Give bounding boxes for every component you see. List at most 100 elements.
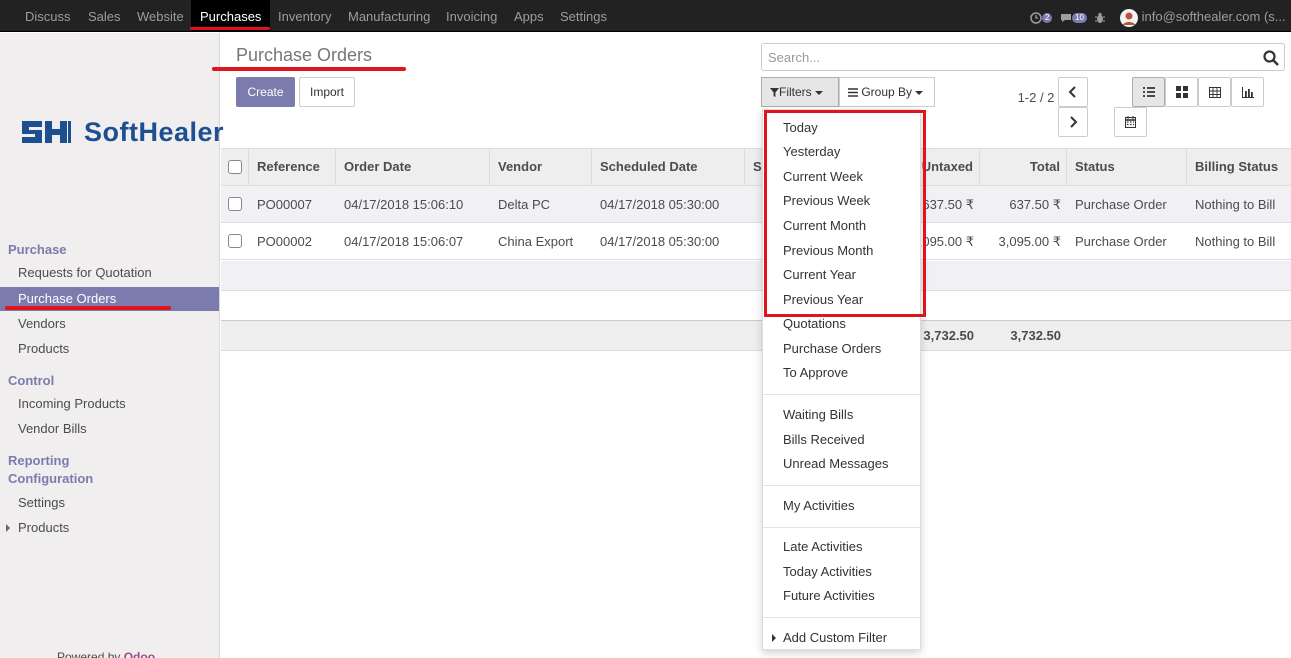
- cell-total: 637.50 ₹: [1009, 197, 1061, 212]
- filter-unread-messages[interactable]: Unread Messages: [763, 452, 920, 476]
- col-status[interactable]: Status: [1067, 149, 1187, 185]
- row-checkbox[interactable]: [228, 197, 242, 211]
- bars-icon: [848, 88, 858, 98]
- nav-apps[interactable]: Apps: [514, 0, 544, 32]
- col-scheduled-date[interactable]: Scheduled Date: [592, 149, 745, 185]
- select-all-checkbox[interactable]: [228, 160, 242, 174]
- messages-button[interactable]: 10: [1060, 0, 1087, 32]
- filter-previous-month[interactable]: Previous Month: [763, 239, 920, 263]
- filter-yesterday[interactable]: Yesterday: [763, 140, 920, 164]
- search-input[interactable]: [768, 44, 1248, 70]
- section-control[interactable]: Control: [8, 373, 54, 388]
- list-icon: [1142, 87, 1155, 97]
- highlight-underline-title: [212, 67, 406, 71]
- nav-purchases[interactable]: Purchases: [191, 0, 271, 32]
- logo-text: SoftHealer: [84, 117, 225, 147]
- user-menu[interactable]: info@softhealer.com (s...: [1120, 0, 1286, 32]
- filter-current-year[interactable]: Current Year: [763, 263, 920, 287]
- filter-today[interactable]: Today: [763, 116, 920, 140]
- softhealer-logo: SoftHealer: [20, 117, 224, 147]
- nav-website[interactable]: Website: [137, 0, 184, 32]
- filter-previous-week[interactable]: Previous Week: [763, 189, 920, 213]
- sidebar-item-products[interactable]: Products: [0, 337, 219, 361]
- group-by-label: Group By: [861, 85, 913, 99]
- col-reference[interactable]: Reference: [249, 149, 336, 185]
- sidebar-item-incoming-products[interactable]: Incoming Products: [0, 392, 219, 416]
- filter-to-approve[interactable]: To Approve: [763, 361, 920, 385]
- cell-status: Purchase Order: [1075, 197, 1167, 212]
- table-footer: 3,732.50 3,732.50: [221, 320, 1291, 351]
- filter-today-activities[interactable]: Today Activities: [763, 560, 920, 584]
- table-row[interactable]: PO00002 04/17/2018 15:06:07 China Export…: [221, 223, 1291, 260]
- filter-late-activities[interactable]: Late Activities: [763, 535, 920, 559]
- pivot-view-button[interactable]: [1198, 77, 1231, 107]
- filter-icon: [770, 88, 779, 98]
- add-custom-filter[interactable]: Add Custom Filter: [763, 626, 920, 650]
- nav-discuss[interactable]: Discuss: [25, 0, 71, 32]
- sidebar-item-settings[interactable]: Settings: [0, 491, 219, 515]
- kanban-view-button[interactable]: [1165, 77, 1198, 107]
- group-by-button[interactable]: Group By: [839, 77, 935, 107]
- activity-count-badge: 2: [1042, 12, 1053, 23]
- col-order-date[interactable]: Order Date: [336, 149, 490, 185]
- activity-button[interactable]: 2: [1030, 0, 1053, 32]
- nav-sales[interactable]: Sales: [88, 0, 121, 32]
- sidebar: SoftHealer Purchase Requests for Quotati…: [0, 33, 224, 658]
- filter-bills-received[interactable]: Bills Received: [763, 428, 920, 452]
- section-reporting[interactable]: Reporting: [8, 453, 69, 468]
- calendar-icon: [1125, 116, 1136, 128]
- sidebar-item-vendors[interactable]: Vendors: [0, 312, 219, 336]
- pager-value[interactable]: 1-2 / 2: [1016, 88, 1056, 107]
- filter-current-month[interactable]: Current Month: [763, 214, 920, 238]
- list-view-button[interactable]: [1132, 77, 1165, 107]
- debug-button[interactable]: [1094, 0, 1106, 32]
- filter-previous-year[interactable]: Previous Year: [763, 288, 920, 312]
- menu-divider: [763, 527, 920, 528]
- search-bar: [761, 43, 1285, 71]
- graph-view-button[interactable]: [1231, 77, 1264, 107]
- cell-vendor: China Export: [498, 234, 574, 249]
- import-button[interactable]: Import: [299, 77, 355, 107]
- sidebar-item-purchase-orders[interactable]: Purchase Orders: [0, 287, 219, 311]
- filter-future-activities[interactable]: Future Activities: [763, 584, 920, 608]
- nav-inventory[interactable]: Inventory: [278, 0, 331, 32]
- cell-scheduled-date: 04/17/2018 05:30:00: [600, 197, 720, 212]
- cell-reference: PO00007: [257, 197, 312, 212]
- filter-current-week[interactable]: Current Week: [763, 165, 920, 189]
- caret-down-icon: [814, 90, 823, 95]
- filters-button[interactable]: Filters: [761, 77, 839, 107]
- col-billing-status[interactable]: Billing Status: [1187, 149, 1291, 185]
- create-button[interactable]: Create: [236, 77, 295, 107]
- filter-my-activities[interactable]: My Activities: [763, 494, 920, 518]
- filters-dropdown: Today Yesterday Current Week Previous We…: [762, 109, 921, 650]
- bar-chart-icon: [1241, 86, 1254, 98]
- filter-waiting-bills[interactable]: Waiting Bills: [763, 403, 920, 427]
- nav-manufacturing[interactable]: Manufacturing: [348, 0, 430, 32]
- caret-right-icon: [772, 634, 776, 642]
- section-purchase[interactable]: Purchase: [8, 242, 67, 257]
- pager-previous-button[interactable]: [1058, 77, 1088, 107]
- chevron-right-icon: [1070, 116, 1078, 128]
- section-configuration[interactable]: Configuration: [8, 471, 93, 486]
- search-icon[interactable]: [1262, 49, 1280, 67]
- cell-order-date: 04/17/2018 15:06:07: [344, 234, 464, 249]
- nav-settings[interactable]: Settings: [560, 0, 607, 32]
- row-checkbox[interactable]: [228, 234, 242, 248]
- cell-reference: PO00002: [257, 234, 312, 249]
- col-total[interactable]: Total: [980, 149, 1067, 185]
- table-row[interactable]: PO00007 04/17/2018 15:06:10 Delta PC 04/…: [221, 186, 1291, 223]
- powered-by: Powered by Odoo: [57, 650, 155, 658]
- filter-quotations[interactable]: Quotations: [763, 312, 920, 336]
- empty-row: [221, 261, 1291, 291]
- pager-next-button[interactable]: [1058, 107, 1088, 137]
- sidebar-item-vendor-bills[interactable]: Vendor Bills: [0, 417, 219, 441]
- page-title: Purchase Orders: [236, 45, 373, 65]
- select-all-cell: [221, 149, 249, 185]
- sidebar-item-requests-for-quotation[interactable]: Requests for Quotation: [0, 261, 219, 285]
- odoo-link[interactable]: Odoo: [124, 650, 155, 658]
- col-vendor[interactable]: Vendor: [490, 149, 592, 185]
- sidebar-item-config-products[interactable]: Products: [0, 516, 219, 540]
- calendar-view-button[interactable]: [1114, 107, 1147, 137]
- nav-invoicing[interactable]: Invoicing: [446, 0, 497, 32]
- filter-purchase-orders[interactable]: Purchase Orders: [763, 337, 920, 361]
